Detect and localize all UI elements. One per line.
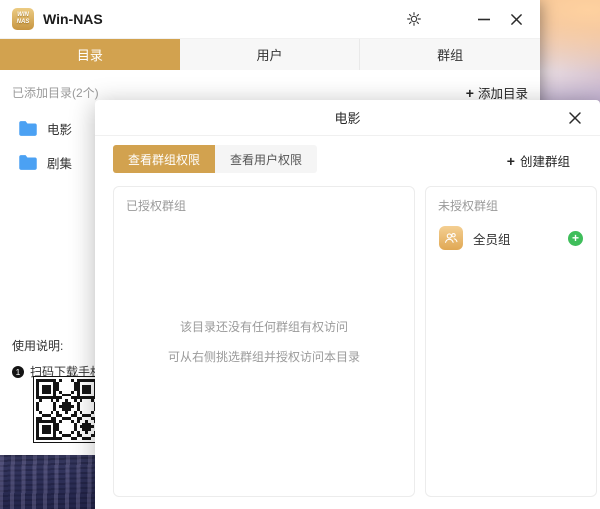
tab-group-permissions[interactable]: 查看群组权限 bbox=[113, 145, 216, 173]
qr-pattern bbox=[36, 379, 97, 440]
qr-code bbox=[33, 376, 100, 443]
tab-user-permissions[interactable]: 查看用户权限 bbox=[215, 145, 318, 173]
close-window-icon[interactable] bbox=[504, 7, 528, 31]
add-group-to-authorized-button[interactable]: + bbox=[568, 230, 583, 246]
unauthorized-panel-title: 未授权群组 bbox=[438, 199, 499, 213]
close-dialog-icon[interactable] bbox=[566, 109, 584, 127]
dialog-title: 电影 bbox=[334, 111, 361, 126]
folder-icon bbox=[19, 154, 37, 170]
tab-users[interactable]: 用户 bbox=[180, 39, 361, 70]
create-group-label: 创建群组 bbox=[519, 155, 570, 169]
tab-groups[interactable]: 群组 bbox=[360, 39, 540, 70]
authorized-groups-panel: 已授权群组 该目录还没有任何群组有权访问 可从右侧挑选群组并授权访问本目录 bbox=[113, 186, 415, 497]
empty-state-line1: 该目录还没有任何群组有权访问 bbox=[179, 320, 348, 334]
directory-name: 电影 bbox=[47, 122, 73, 137]
dialog-tabbar: 查看群组权限 查看用户权限 bbox=[113, 145, 318, 173]
minimize-icon[interactable] bbox=[472, 7, 496, 31]
settings-gear-icon[interactable] bbox=[402, 7, 426, 31]
step-number-badge: 1 bbox=[12, 365, 24, 378]
group-name: 全员组 bbox=[473, 232, 511, 247]
empty-state-line2: 可从右侧挑选群组并授权访问本目录 bbox=[167, 350, 360, 364]
tab-directory[interactable]: 目录 bbox=[0, 39, 180, 70]
directory-count-label: 已添加目录(2个) bbox=[12, 86, 99, 100]
group-item-all-members: 全员组 + bbox=[434, 219, 588, 257]
plus-icon: + bbox=[571, 230, 579, 245]
create-group-button[interactable]: + 创建群组 bbox=[507, 151, 570, 170]
titlebar: WIN NAS Win-NAS bbox=[0, 0, 540, 38]
folder-icon bbox=[19, 120, 37, 136]
permissions-dialog: 电影 查看群组权限 查看用户权限 + 创建群组 已授权群组 该目录还没有任何群组… bbox=[95, 100, 600, 509]
window-controls bbox=[402, 7, 528, 31]
app-logo-icon: WIN NAS bbox=[12, 8, 34, 30]
app-logo-line1: WIN bbox=[17, 12, 29, 19]
dialog-header: 电影 bbox=[95, 100, 600, 136]
main-tabbar: 目录 用户 群组 bbox=[0, 38, 540, 70]
window-title: Win-NAS bbox=[43, 11, 103, 27]
plus-icon: + bbox=[465, 84, 474, 101]
directory-name: 剧集 bbox=[47, 156, 73, 171]
authorized-empty-state: 该目录还没有任何群组有权访问 可从右侧挑选群组并授权访问本目录 bbox=[114, 187, 414, 496]
plus-icon: + bbox=[506, 152, 515, 169]
usage-title: 使用说明: bbox=[12, 339, 64, 353]
app-logo-line2: NAS bbox=[16, 19, 30, 25]
unauthorized-groups-panel: 未授权群组 全员组 + bbox=[425, 186, 597, 497]
usage-instructions: 使用说明: 1 扫码下载手机 bbox=[12, 337, 102, 380]
group-avatar-icon bbox=[439, 226, 463, 250]
